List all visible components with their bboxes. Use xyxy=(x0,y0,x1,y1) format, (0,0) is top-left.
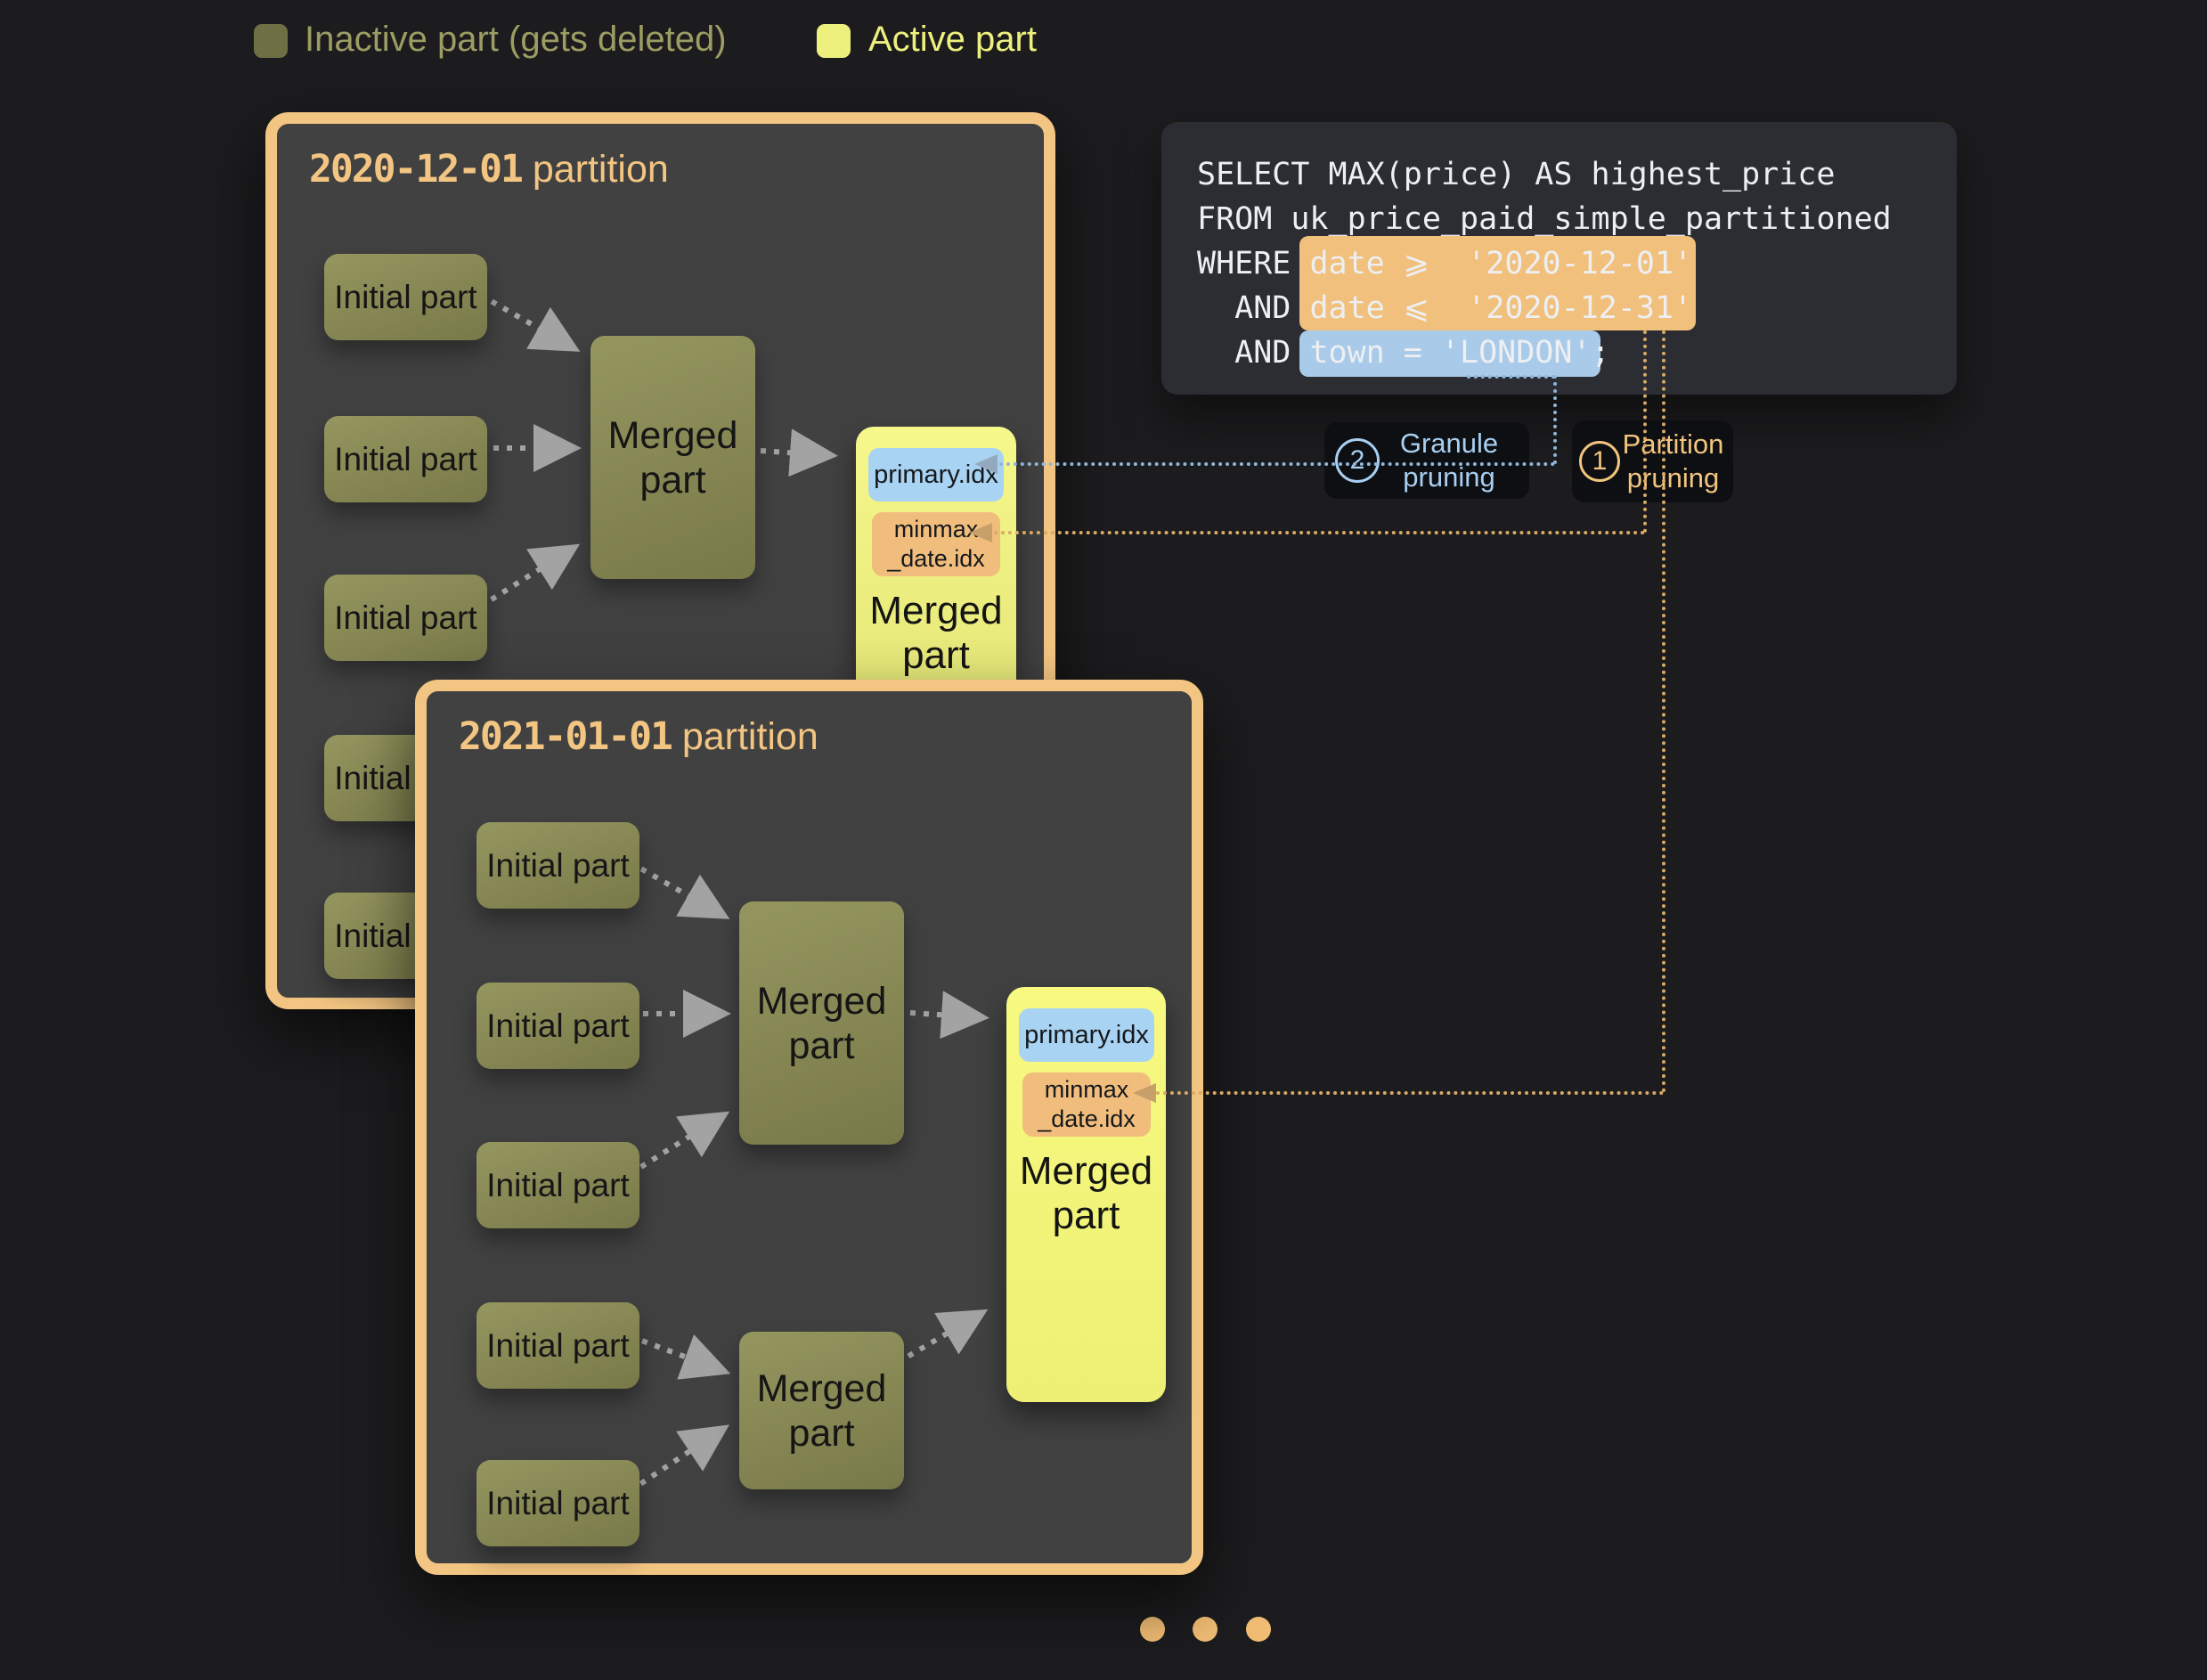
active-merged-part-label: Merged part xyxy=(1006,1149,1166,1238)
sql-code: SELECT MAX(price) AS highest_price FROM … xyxy=(1161,122,1957,395)
active-merged-part-label: Merged part xyxy=(856,589,1016,678)
granule-pruning-line2: pruning xyxy=(1403,461,1494,493)
sql-and-keyword: AND xyxy=(1197,290,1309,326)
partition-pruning-line1: Partition xyxy=(1623,428,1724,460)
circled-number-1: 1 xyxy=(1579,441,1620,482)
panel-title-date: 2021-01-01 xyxy=(459,714,672,759)
legend-swatch-active-part xyxy=(817,24,851,58)
sql-line-where: WHERE date ⩾ '2020-12-01' xyxy=(1197,241,1957,286)
minmax-chip-line2: _date.idx xyxy=(1038,1105,1136,1134)
sql-terminator: ; xyxy=(1592,335,1610,371)
partition-pruning-badge: 1 Partitionpruning xyxy=(1572,420,1733,502)
sql-and-keyword: AND xyxy=(1197,335,1309,371)
sql-line-from: FROM uk_price_paid_simple_partitioned xyxy=(1197,197,1957,241)
merged-part-box: Merged part xyxy=(590,336,755,579)
merged-part-box: Merged part xyxy=(739,901,904,1145)
panel-title-date: 2020-12-01 xyxy=(309,147,522,192)
granule-pruning-connector-vertical xyxy=(1553,375,1557,464)
partition-pruning-line2: pruning xyxy=(1627,462,1719,493)
initial-part-box: Initial part xyxy=(324,254,487,340)
granule-pruning-connector-under xyxy=(1467,375,1555,379)
granule-pruning-label: Granulepruning xyxy=(1380,427,1519,494)
sql-line-and-town: AND town = 'LONDON'; xyxy=(1197,330,1957,375)
circled-number-2: 2 xyxy=(1335,438,1380,483)
panel-title: 2020-12-01 partition xyxy=(309,147,669,192)
partition-pruning-connector-vertical-2 xyxy=(1662,330,1665,1093)
initial-part-box: Initial part xyxy=(476,822,639,909)
sql-town-condition: town = 'LONDON' xyxy=(1309,335,1591,371)
sql-line-select: SELECT MAX(price) AS highest_price xyxy=(1197,152,1957,197)
minmax-date-idx-chip: minmax _date.idx xyxy=(1022,1072,1151,1137)
partition-pruning-arrowhead-1 xyxy=(969,523,992,542)
minmax-chip-line1: minmax xyxy=(894,515,979,544)
minmax-date-idx-chip: minmax _date.idx xyxy=(872,512,1000,576)
panel-title-suffix: partition xyxy=(672,715,818,758)
carousel-dot-1[interactable] xyxy=(1140,1617,1165,1642)
legend-label-inactive-part: Inactive part (gets deleted) xyxy=(305,20,727,59)
minmax-chip-line1: minmax xyxy=(1045,1075,1129,1105)
active-merged-part: primary.idx minmax _date.idx Merged part xyxy=(1006,987,1166,1402)
granule-pruning-badge: 2 Granulepruning xyxy=(1324,422,1529,499)
carousel-dot-2[interactable] xyxy=(1193,1617,1218,1642)
merged-part-box: Merged part xyxy=(739,1332,904,1489)
partition-pruning-connector-horizontal-1 xyxy=(994,531,1645,534)
granule-pruning-arrowhead xyxy=(974,454,998,474)
sql-line-and-date: AND date ⩽ '2020-12-31' xyxy=(1197,286,1957,330)
sql-date-lte-condition: date ⩽ '2020-12-31' xyxy=(1309,290,1692,326)
legend-swatch-inactive-part xyxy=(254,24,288,58)
granule-pruning-connector-horizontal xyxy=(999,462,1555,466)
granule-pruning-line1: Granule xyxy=(1400,428,1498,459)
sql-date-gte-condition: date ⩾ '2020-12-01' xyxy=(1309,246,1692,281)
panel-title: 2021-01-01 partition xyxy=(459,714,818,759)
initial-part-box: Initial part xyxy=(324,575,487,661)
initial-part-box: Initial part xyxy=(476,1302,639,1389)
partition-pruning-label: Partitionpruning xyxy=(1620,428,1726,495)
partition-pruning-arrowhead-2 xyxy=(1133,1083,1156,1103)
partition-pruning-diagram: Inactive part (gets deleted) Active part… xyxy=(0,0,2207,1680)
initial-part-box: Initial part xyxy=(476,983,639,1069)
carousel-dot-3[interactable] xyxy=(1246,1617,1271,1642)
sql-where-keyword: WHERE xyxy=(1197,246,1309,281)
initial-part-box: Initial part xyxy=(476,1142,639,1228)
primary-idx-chip: primary.idx xyxy=(1019,1008,1154,1062)
partition-pruning-connector-horizontal-2 xyxy=(1156,1091,1664,1095)
legend-label-active-part: Active part xyxy=(868,20,1037,59)
panel-title-suffix: partition xyxy=(522,148,669,191)
partition-panel-2021-01-01: 2021-01-01 partition Initial part Initia… xyxy=(415,680,1203,1575)
partition-pruning-connector-vertical-1 xyxy=(1643,330,1647,533)
initial-part-box: Initial part xyxy=(324,416,487,502)
sql-code-block: SELECT MAX(price) AS highest_price FROM … xyxy=(1161,122,1957,395)
minmax-chip-line2: _date.idx xyxy=(887,544,985,574)
initial-part-box: Initial part xyxy=(476,1460,639,1546)
